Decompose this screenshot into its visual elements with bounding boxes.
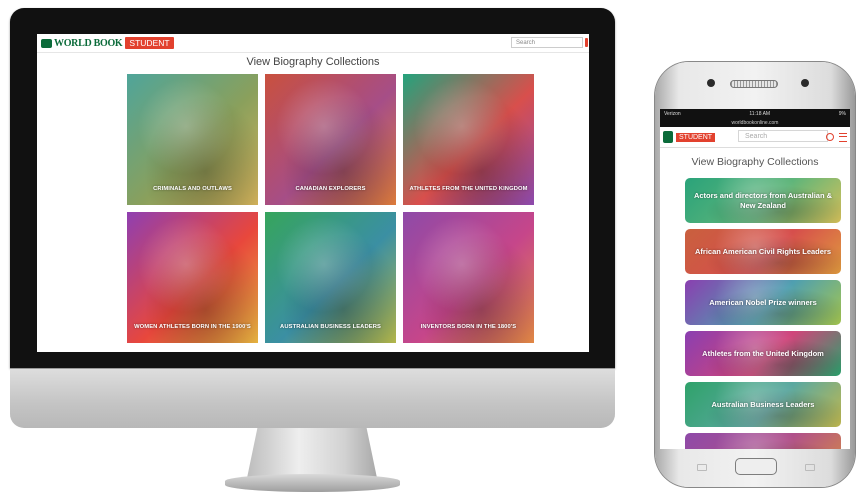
logo-text: WORLD BOOK bbox=[54, 37, 123, 49]
collection-card[interactable]: American Nobel Prize winners bbox=[685, 280, 841, 325]
sensor-icon bbox=[707, 79, 715, 87]
collection-card[interactable]: Actors and directors from Australian & N… bbox=[685, 178, 841, 223]
carrier-label: Verizon bbox=[664, 111, 681, 117]
collection-label: Actors and directors from Australian & N… bbox=[693, 190, 833, 210]
collection-label: INVENTORS BORN IN THE 1800'S bbox=[420, 324, 517, 330]
collection-card[interactable]: African American Civil Rights Leaders bbox=[685, 229, 841, 274]
camera-icon bbox=[801, 79, 809, 87]
page-title: View Biography Collections bbox=[246, 56, 380, 68]
collection-tile[interactable]: CRIMINALS AND OUTLAWS bbox=[127, 74, 258, 205]
student-badge: STUDENT bbox=[125, 37, 174, 49]
monitor-chin bbox=[10, 368, 615, 428]
search-input[interactable]: Search bbox=[738, 130, 828, 142]
monitor-bezel: WORLD BOOK STUDENT Search View Biography… bbox=[10, 8, 615, 368]
collection-label: CANADIAN EXPLORERS bbox=[295, 186, 366, 192]
desktop-computer: WORLD BOOK STUDENT Search View Biography… bbox=[10, 8, 615, 495]
collection-tile[interactable]: AUSTRALIAN BUSINESS LEADERS bbox=[265, 212, 396, 343]
status-bar: Verizon 11:18 AM 9% bbox=[660, 109, 850, 119]
search-icon[interactable] bbox=[585, 38, 588, 47]
collection-label: CRIMINALS AND OUTLAWS bbox=[153, 186, 232, 192]
collection-card[interactable] bbox=[685, 433, 841, 449]
search-icon[interactable] bbox=[826, 133, 834, 141]
site-header: WORLD BOOK STUDENT Search bbox=[37, 34, 589, 53]
desktop-screen: WORLD BOOK STUDENT Search View Biography… bbox=[37, 34, 589, 352]
collection-grid: CRIMINALS AND OUTLAWS CANADIAN EXPLORERS… bbox=[127, 74, 534, 343]
student-badge: STUDENT bbox=[676, 132, 716, 142]
collection-card[interactable]: Australian Business Leaders bbox=[685, 382, 841, 427]
collection-card[interactable]: Athletes from the United Kingdom bbox=[685, 331, 841, 376]
monitor-base bbox=[225, 474, 400, 492]
recent-apps-button[interactable] bbox=[697, 464, 707, 471]
collection-label: ATHLETES FROM THE UNITED KINGDOM bbox=[409, 186, 528, 192]
mobile-header: STUDENT Search bbox=[660, 127, 850, 148]
search-input[interactable]: Search bbox=[511, 37, 583, 48]
collection-tile[interactable]: CANADIAN EXPLORERS bbox=[265, 74, 396, 205]
back-button[interactable] bbox=[805, 464, 815, 471]
globe-icon[interactable] bbox=[663, 131, 673, 143]
speaker-grille bbox=[730, 80, 778, 88]
world-book-logo[interactable]: WORLD BOOK STUDENT bbox=[41, 37, 174, 49]
collection-label: Australian Business Leaders bbox=[711, 399, 815, 409]
home-button[interactable] bbox=[735, 458, 777, 475]
collection-tile[interactable]: ATHLETES FROM THE UNITED KINGDOM bbox=[403, 74, 534, 205]
collection-tile[interactable]: WOMEN ATHLETES BORN IN THE 1900'S bbox=[127, 212, 258, 343]
collection-label: WOMEN ATHLETES BORN IN THE 1900'S bbox=[134, 324, 251, 330]
collection-label: AUSTRALIAN BUSINESS LEADERS bbox=[280, 324, 381, 330]
collection-label bbox=[689, 433, 837, 449]
address-bar[interactable]: worldbookonline.com bbox=[660, 119, 850, 127]
collection-label: Athletes from the United Kingdom bbox=[702, 348, 824, 358]
globe-icon bbox=[41, 38, 52, 48]
monitor-stand bbox=[247, 428, 377, 478]
phone-screen: Verizon 11:18 AM 9% worldbookonline.com … bbox=[660, 109, 850, 449]
battery-label: 9% bbox=[838, 111, 846, 117]
page-title: View Biography Collections bbox=[691, 156, 819, 168]
collection-label: American Nobel Prize winners bbox=[709, 297, 817, 307]
smartphone: Verizon 11:18 AM 9% worldbookonline.com … bbox=[655, 62, 855, 487]
hamburger-menu-icon[interactable] bbox=[839, 133, 847, 142]
clock: 11:18 AM bbox=[749, 111, 771, 117]
collection-label: African American Civil Rights Leaders bbox=[694, 246, 831, 256]
collection-tile[interactable]: INVENTORS BORN IN THE 1800'S bbox=[403, 212, 534, 343]
